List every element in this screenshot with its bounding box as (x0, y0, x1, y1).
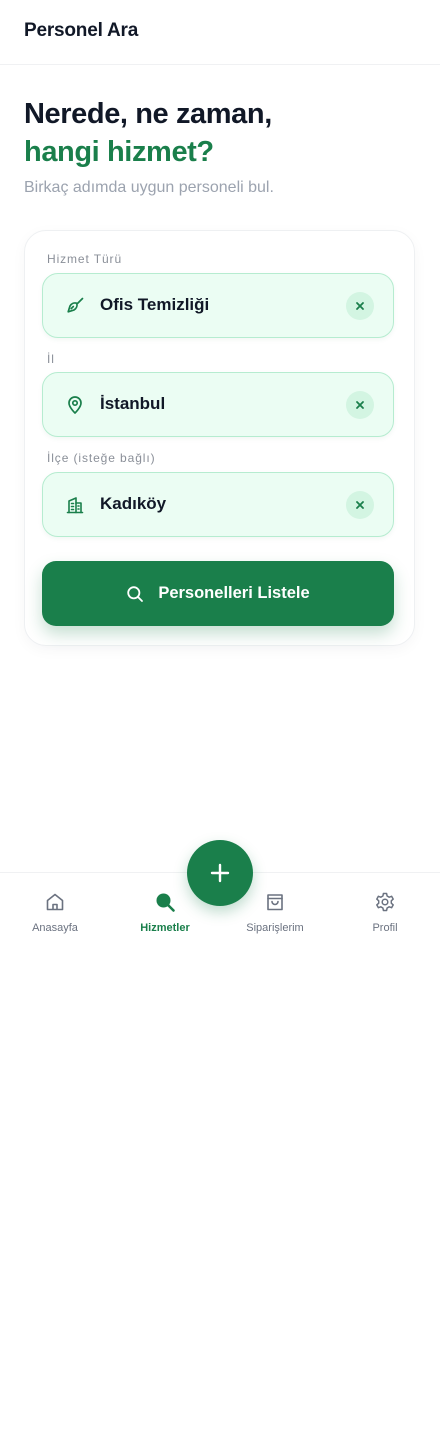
service-type-value: Ofis Temizliği (100, 295, 210, 314)
hero-heading-line1: Nerede, ne zaman, (24, 98, 272, 130)
district-label: İlçe (isteğe bağlı) (47, 451, 156, 465)
close-icon (356, 401, 364, 409)
search-icon (127, 585, 144, 602)
clear-service-button[interactable] (346, 292, 374, 320)
nav-label-services: Hizmetler (140, 922, 190, 934)
nav-label-profile: Profil (372, 922, 398, 934)
plus-icon (210, 863, 230, 883)
hero-subtitle: Birkaç adımda uygun personeli bul. (24, 179, 274, 196)
gear-icon (374, 891, 396, 913)
clear-district-button[interactable] (346, 491, 374, 519)
hero-heading-line2: hangi hizmet? (24, 136, 214, 168)
nav-item-home[interactable]: Anasayfa (0, 873, 110, 948)
nav-label-orders: Siparişlerim (246, 922, 304, 934)
search-icon (154, 891, 176, 913)
app-header: Personel Ara (0, 0, 440, 65)
add-button[interactable] (187, 840, 253, 906)
clear-city-button[interactable] (346, 391, 374, 419)
district-value: Kadıköy (100, 494, 167, 513)
city-field[interactable]: İstanbul (42, 372, 394, 437)
service-type-label: Hizmet Türü (47, 252, 123, 266)
city-label: İl (47, 352, 55, 366)
list-personnel-label: Personelleri Listele (158, 584, 310, 602)
map-pin-icon (65, 395, 85, 415)
search-form-card: Hizmet Türü Ofis Temizliği İl İstanbul İ… (24, 230, 415, 646)
shopping-bag-icon (264, 891, 286, 913)
nav-item-profile[interactable]: Profil (330, 873, 440, 948)
district-field[interactable]: Kadıköy (42, 472, 394, 537)
page-title: Personel Ara (24, 20, 139, 41)
service-type-field[interactable]: Ofis Temizliği (42, 273, 394, 338)
list-personnel-button[interactable]: Personelleri Listele (42, 561, 394, 626)
nav-label-home: Anasayfa (32, 922, 78, 934)
building-icon (65, 495, 85, 515)
close-icon (356, 302, 364, 310)
home-icon (44, 891, 66, 913)
city-value: İstanbul (100, 394, 166, 413)
close-icon (356, 501, 364, 509)
broom-icon (65, 296, 85, 316)
